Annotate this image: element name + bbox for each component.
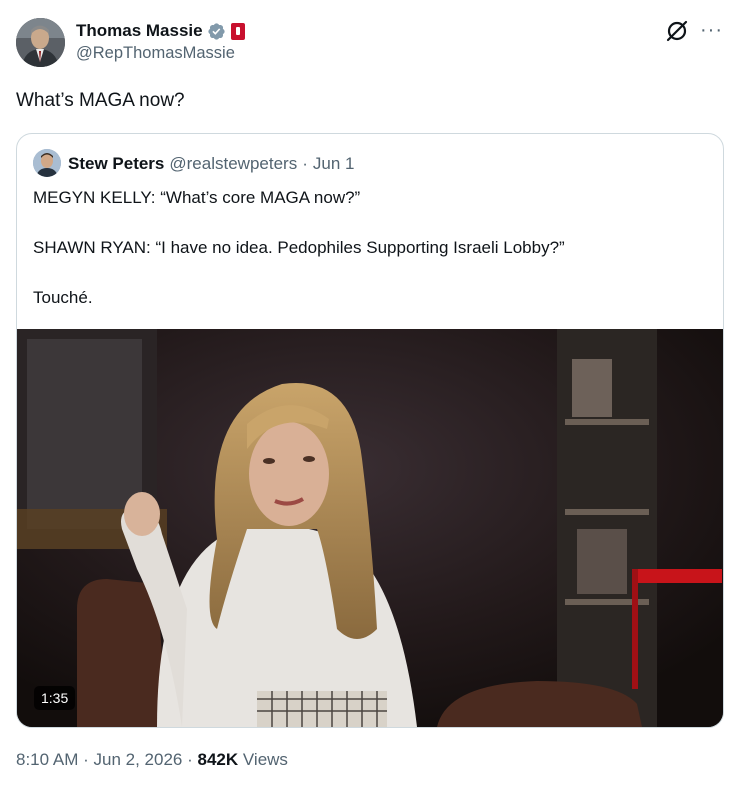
views-count: 842K xyxy=(197,750,239,769)
author-handle[interactable]: @RepThomasMassie xyxy=(76,44,235,63)
quoted-date[interactable]: Jun 1 xyxy=(313,154,355,174)
views-label: Views xyxy=(242,750,288,769)
quoted-author-avatar[interactable] xyxy=(33,149,61,177)
more-options-icon[interactable]: ··· xyxy=(700,20,724,42)
capitol-affiliation-icon[interactable] xyxy=(230,22,245,40)
author-name[interactable]: Thomas Massie xyxy=(76,21,203,41)
quoted-tweet-header: Stew Peters @realstewpeters · Jun 1 xyxy=(68,154,354,174)
video-player[interactable]: 1:35 xyxy=(17,329,723,727)
tweet-time[interactable]: 8:10 AM xyxy=(16,750,78,769)
meta-separator: · xyxy=(187,750,193,769)
author-avatar[interactable] xyxy=(16,18,65,67)
grok-icon[interactable] xyxy=(664,18,690,44)
quoted-separator: · xyxy=(302,154,308,173)
quoted-text-line: SHAWN RYAN: “I have no idea. Pedophiles … xyxy=(33,238,565,257)
meta-separator: · xyxy=(83,750,89,769)
author-name-row: Thomas Massie xyxy=(76,20,245,42)
verified-badge-icon[interactable] xyxy=(207,22,226,41)
quoted-text-line: MEGYN KELLY: “What’s core MAGA now?” xyxy=(33,188,361,207)
tweet-date[interactable]: Jun 2, 2026 xyxy=(94,750,183,769)
video-frame xyxy=(17,329,723,727)
quoted-tweet-card[interactable]: Stew Peters @realstewpeters · Jun 1 MEGY… xyxy=(16,133,724,728)
quoted-author-handle[interactable]: @realstewpeters xyxy=(169,154,297,174)
quoted-text-line: Touché. xyxy=(33,288,93,307)
video-duration: 1:35 xyxy=(34,686,76,710)
tweet-meta: 8:10 AM · Jun 2, 2026 · 842K Views xyxy=(16,750,288,770)
tweet-text: What’s MAGA now? xyxy=(16,90,185,111)
quoted-author-name[interactable]: Stew Peters xyxy=(68,154,164,174)
